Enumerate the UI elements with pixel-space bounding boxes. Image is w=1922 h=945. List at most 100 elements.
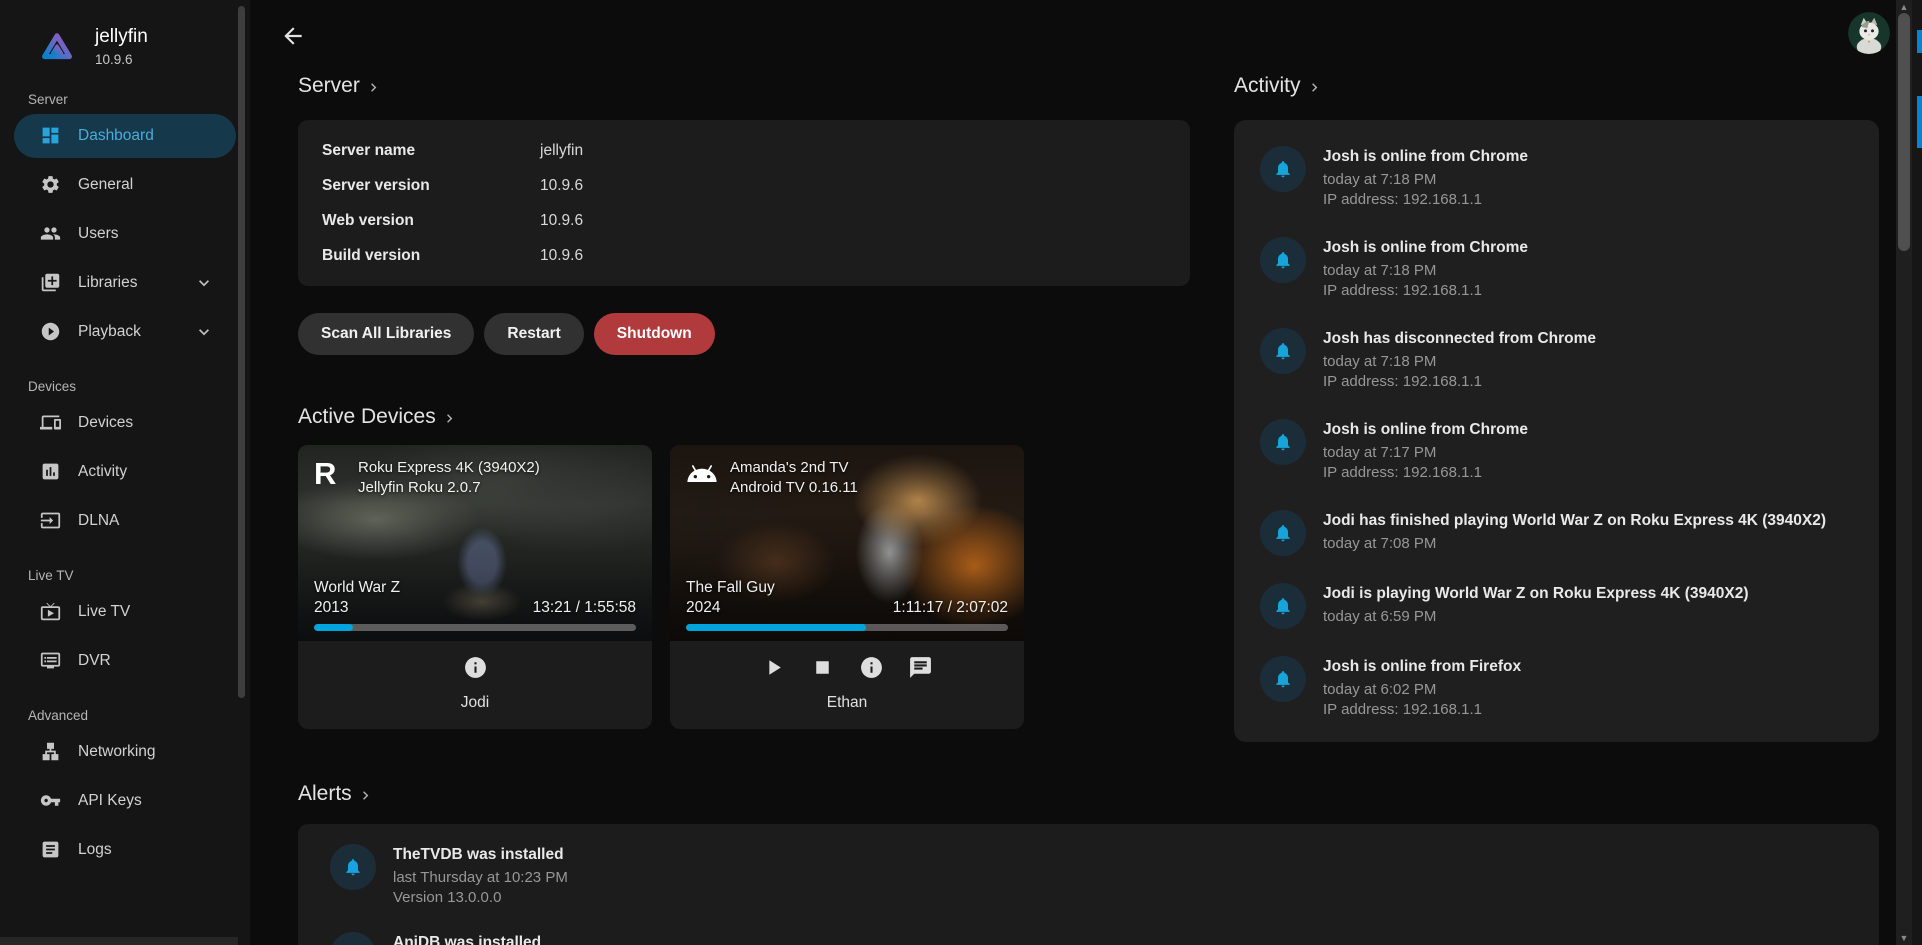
sidebar-item-dvr[interactable]: DVR xyxy=(14,639,236,683)
sidebar-item-networking[interactable]: Networking xyxy=(14,730,236,774)
notification-badge xyxy=(1260,510,1306,556)
alert-item-title: AniDB was installed xyxy=(393,933,541,945)
alerts-title[interactable]: Alerts xyxy=(298,782,374,806)
sidebar-item-label: Activity xyxy=(78,463,127,481)
user-avatar[interactable] xyxy=(1848,12,1890,54)
server-info-row: Server version 10.9.6 xyxy=(322,168,1166,203)
info-value: 10.9.6 xyxy=(540,247,1166,265)
session-control-message[interactable] xyxy=(908,655,933,680)
scroll-down-arrow[interactable]: ▼ xyxy=(1896,932,1912,944)
activity-item-detail: IP address: 192.168.1.1 xyxy=(1323,700,1521,720)
activity-item-title: Josh is online from Firefox xyxy=(1323,657,1521,677)
sidebar: jellyfin 10.9.6 Server Dashboard xyxy=(0,0,250,945)
activity-item: Jodi is playing World War Z on Roku Expr… xyxy=(1234,583,1879,629)
activity-icon xyxy=(40,461,61,482)
back-button[interactable] xyxy=(280,23,306,49)
play-icon xyxy=(761,655,786,680)
users-icon xyxy=(40,223,61,244)
active-devices-title[interactable]: Active Devices xyxy=(298,405,458,429)
sidebar-item-general[interactable]: General xyxy=(14,163,236,207)
sidebar-item-logs[interactable]: Logs xyxy=(14,828,236,872)
chevron-down-icon[interactable] xyxy=(194,322,214,342)
arrow-back-icon xyxy=(280,23,306,49)
session-control-info[interactable] xyxy=(859,655,884,680)
media-title: World War Z xyxy=(314,579,636,597)
notification-badge xyxy=(1260,656,1306,702)
window-edge xyxy=(1912,0,1922,945)
session-control-info[interactable] xyxy=(463,655,488,680)
bell-icon xyxy=(1273,432,1293,452)
chevron-right-icon xyxy=(441,410,458,427)
notification-badge xyxy=(1260,237,1306,283)
info-icon xyxy=(463,655,488,680)
sidebar-item-dlna[interactable]: DLNA xyxy=(14,499,236,543)
sidebar-section-label: Advanced xyxy=(28,708,250,723)
activity-item-title: Josh is online from Chrome xyxy=(1323,238,1528,258)
app-brand: jellyfin 10.9.6 xyxy=(0,0,250,67)
main-scrollbar[interactable]: ▲ ▼ xyxy=(1896,0,1912,945)
activity-item-time: today at 7:18 PM xyxy=(1323,352,1596,372)
gear-icon xyxy=(40,174,61,195)
scroll-up-arrow[interactable]: ▲ xyxy=(1896,1,1912,13)
sidebar-item-users[interactable]: Users xyxy=(14,212,236,256)
android-icon xyxy=(686,458,718,490)
playback-progress-fill xyxy=(314,624,353,631)
sidebar-item-label: Playback xyxy=(78,323,141,341)
bell-icon xyxy=(1273,250,1293,270)
media-year: 2013 xyxy=(314,599,348,617)
sidebar-item-label: DLNA xyxy=(78,512,119,530)
server-info-row: Server name jellyfin xyxy=(322,133,1166,168)
server-section-title[interactable]: Server xyxy=(298,74,382,98)
activity-item-time: today at 6:59 PM xyxy=(1323,607,1749,627)
sidebar-horizontal-scrollbar[interactable] xyxy=(0,937,238,945)
alert-item-title: TheTVDB was installed xyxy=(393,845,568,865)
notification-badge xyxy=(1260,419,1306,465)
playback-progressbar xyxy=(686,624,1008,631)
alert-item-detail: Version 13.0.0.0 xyxy=(393,888,568,908)
activity-item-detail: IP address: 192.168.1.1 xyxy=(1323,463,1528,483)
api-keys-icon xyxy=(40,790,61,811)
session-artwork: Amanda's 2nd TV Android TV 0.16.11 The F… xyxy=(670,445,1024,641)
sidebar-item-libraries[interactable]: Libraries xyxy=(14,261,236,305)
sidebar-item-label: Live TV xyxy=(78,603,130,621)
sidebar-item-label: Devices xyxy=(78,414,133,432)
session-user: Ethan xyxy=(686,694,1008,712)
sidebar-item-live-tv[interactable]: Live TV xyxy=(14,590,236,634)
sidebar-section-label: Live TV xyxy=(28,568,250,583)
bell-icon xyxy=(1273,341,1293,361)
button-shutdown[interactable]: Shutdown xyxy=(594,313,715,355)
chevron-right-icon xyxy=(365,79,382,96)
sidebar-item-playback[interactable]: Playback xyxy=(14,310,236,354)
session-card: Amanda's 2nd TV Android TV 0.16.11 The F… xyxy=(670,445,1024,729)
sidebar-section: Devices Devices Activity xyxy=(0,379,250,543)
sidebar-item-activity[interactable]: Activity xyxy=(14,450,236,494)
chevron-right-icon xyxy=(1306,79,1323,96)
client-version: Jellyfin Roku 2.0.7 xyxy=(358,478,540,498)
bell-icon xyxy=(1273,523,1293,543)
info-label: Web version xyxy=(322,212,540,230)
sidebar-scrollbar-thumb[interactable] xyxy=(238,6,245,698)
client-version: Android TV 0.16.11 xyxy=(730,478,858,498)
info-value: 10.9.6 xyxy=(540,212,1166,230)
sidebar-nav: Server Dashboard General xyxy=(0,92,250,872)
session-control-stop[interactable] xyxy=(810,655,835,680)
sidebar-scrollbar[interactable] xyxy=(238,0,245,935)
device-name: Amanda's 2nd TV xyxy=(730,458,858,478)
activity-column: Activity Josh is online from Chrome toda… xyxy=(1234,60,1879,742)
chevron-down-icon[interactable] xyxy=(194,273,214,293)
activity-title[interactable]: Activity xyxy=(1234,74,1323,98)
button-restart[interactable]: Restart xyxy=(484,313,583,355)
button-scan-all-libraries[interactable]: Scan All Libraries xyxy=(298,313,474,355)
server-actions: Scan All Libraries Restart Shutdown xyxy=(298,313,1190,355)
sidebar-item-api-keys[interactable]: API Keys xyxy=(14,779,236,823)
info-label: Server name xyxy=(322,142,540,160)
sidebar-section: Server Dashboard General xyxy=(0,92,250,354)
session-control-play[interactable] xyxy=(761,655,786,680)
main-scrollbar-thumb[interactable] xyxy=(1898,13,1910,251)
bell-icon xyxy=(1273,159,1293,179)
dashboard-icon xyxy=(40,125,61,146)
edge-accent-strip xyxy=(1917,96,1922,148)
sidebar-item-label: Libraries xyxy=(78,274,137,292)
sidebar-item-devices[interactable]: Devices xyxy=(14,401,236,445)
sidebar-item-dashboard[interactable]: Dashboard xyxy=(14,114,236,158)
